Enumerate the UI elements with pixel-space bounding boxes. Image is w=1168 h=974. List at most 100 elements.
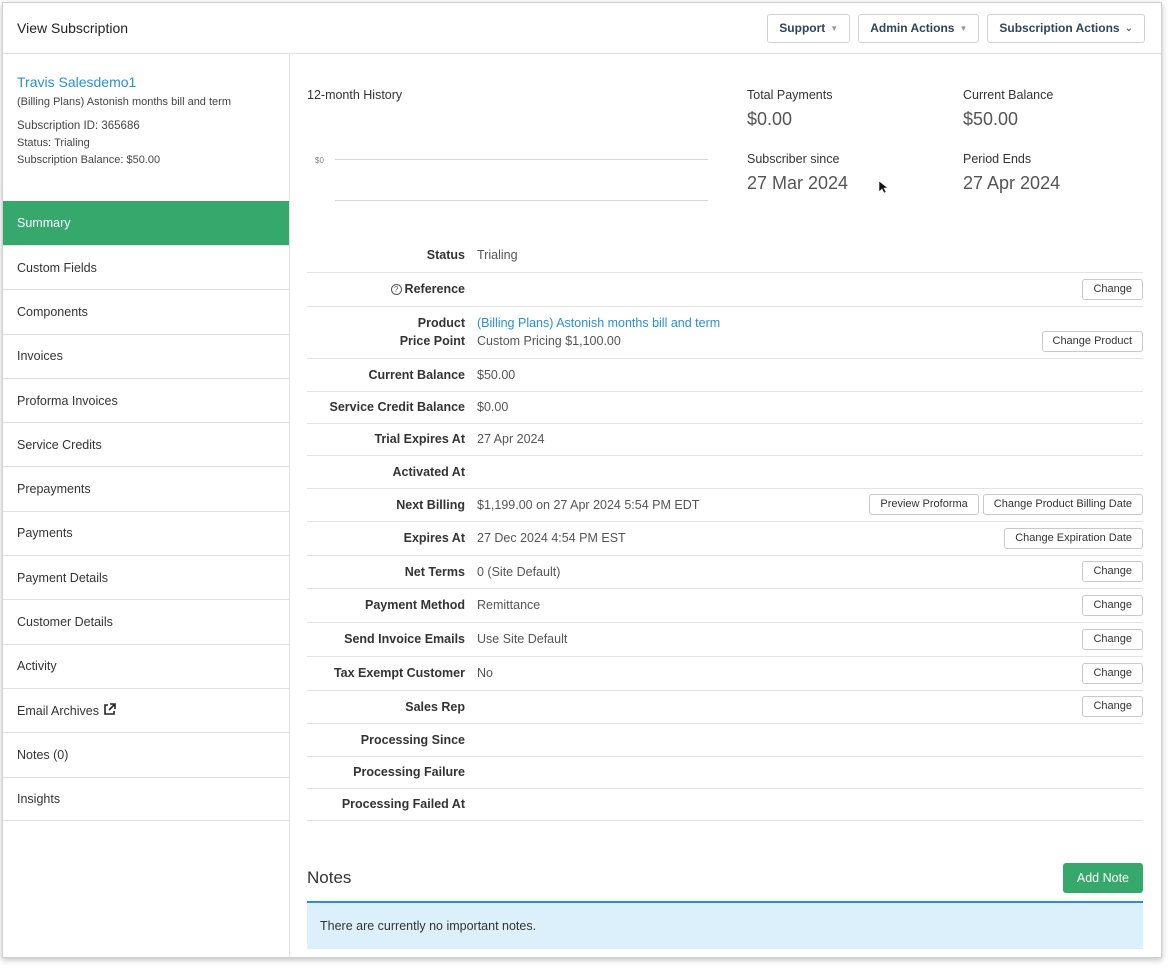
total-payments-stat: Total Payments $0.00	[747, 88, 832, 130]
subscriber-since-value: 27 Mar 2024	[747, 173, 849, 193]
notes-header: Notes Add Note	[307, 862, 1143, 894]
notes-title: Notes	[307, 867, 352, 887]
sidebar-item-label: Custom Fields	[17, 260, 97, 275]
change-product-button[interactable]: Change Product	[1041, 330, 1143, 352]
detail-row-reference: ? Reference Change	[307, 272, 1143, 307]
customer-plan: (Billing Plans) Astonish months bill and…	[17, 96, 231, 108]
admin-actions-label: Admin Actions	[870, 21, 955, 35]
detail-row-tax-exempt: Tax Exempt Customer No Change	[307, 656, 1143, 691]
sidebar-item-summary[interactable]: Summary	[3, 201, 289, 245]
period-ends-value: 27 Apr 2024	[963, 173, 1061, 193]
detail-label: Sales Rep	[307, 690, 477, 724]
sidebar-item-activity[interactable]: Activity	[3, 643, 289, 688]
sidebar-item-label: Activity	[17, 659, 57, 674]
sidebar-item-components[interactable]: Components	[3, 289, 289, 333]
detail-label: Status	[307, 238, 477, 273]
change-send-invoice-emails-button[interactable]: Change	[1082, 628, 1143, 650]
detail-value: 27 Dec 2024 4:54 PM EST	[477, 521, 788, 556]
detail-value: $50.00	[477, 358, 788, 392]
change-net-terms-button[interactable]: Change	[1082, 561, 1143, 582]
sidebar-item-invoices[interactable]: Invoices	[3, 333, 289, 378]
change-reference-button[interactable]: Change	[1082, 278, 1143, 300]
detail-row-sales-rep: Sales Rep Change	[307, 690, 1143, 724]
sidebar-item-email-archives[interactable]: Email Archives	[3, 687, 289, 732]
mouse-pointer-icon	[878, 180, 889, 197]
detail-row-current-balance: Current Balance $50.00	[307, 358, 1143, 392]
sidebar-item-payments[interactable]: Payments	[3, 510, 289, 555]
detail-value	[477, 756, 788, 789]
sidebar-item-label: Payments	[17, 526, 73, 541]
detail-row-product: Product Price Point (Billing Plans) Asto…	[307, 306, 1143, 359]
detail-value: Use Site Default	[477, 622, 788, 657]
preview-proforma-button[interactable]: Preview Proforma	[869, 494, 979, 515]
detail-row-processing-since: Processing Since	[307, 723, 1143, 757]
detail-row-status: Status Trialing	[307, 238, 1143, 273]
history-axis-zero-label: $0	[315, 156, 324, 165]
detail-label: Expires At	[307, 521, 477, 556]
sidebar-item-label: Notes (0)	[17, 747, 69, 762]
current-balance-stat: Current Balance $50.00	[963, 88, 1053, 130]
subscription-balance: Subscription Balance: $50.00	[17, 154, 161, 166]
sidebar-item-service-credits[interactable]: Service Credits	[3, 422, 289, 466]
notes-empty-alert: There are currently no important notes.	[307, 900, 1143, 949]
detail-value	[477, 788, 788, 821]
detail-label: Service Credit Balance	[307, 391, 477, 424]
support-dropdown[interactable]: Support ▼	[767, 13, 851, 43]
detail-label: Send Invoice Emails	[307, 622, 477, 657]
subscriber-since-stat: Subscriber since 27 Mar 2024	[747, 152, 848, 194]
sidebar-item-label: Summary	[17, 216, 71, 230]
detail-value	[477, 723, 788, 757]
add-note-button[interactable]: Add Note	[1062, 862, 1143, 893]
subscription-actions-dropdown[interactable]: Subscription Actions ⌄	[987, 13, 1145, 43]
detail-row-trial-expires: Trial Expires At 27 Apr 2024	[307, 423, 1143, 456]
detail-row-activated: Activated At	[307, 455, 1143, 489]
current-balance-label: Current Balance	[963, 88, 1054, 102]
admin-actions-dropdown[interactable]: Admin Actions ▼	[858, 13, 980, 43]
notes-empty-text: There are currently no important notes.	[320, 918, 537, 933]
change-product-billing-date-button[interactable]: Change Product Billing Date	[982, 494, 1143, 515]
detail-label: Price Point	[399, 334, 465, 348]
sidebar-item-label: Components	[17, 304, 88, 319]
detail-label: Product	[417, 316, 465, 330]
sidebar-item-notes[interactable]: Notes (0)	[3, 732, 289, 776]
product-link[interactable]: (Billing Plans) Astonish months bill and…	[477, 316, 788, 330]
sidebar-item-label: Prepayments	[17, 482, 91, 497]
detail-value	[477, 690, 788, 724]
customer-name-link[interactable]: Travis Salesdemo1	[17, 74, 275, 90]
detail-value: 0 (Site Default)	[477, 555, 788, 589]
change-expiration-date-button[interactable]: Change Expiration Date	[1004, 527, 1143, 549]
history-title: 12-month History	[307, 88, 403, 102]
sidebar-item-custom-fields[interactable]: Custom Fields	[3, 245, 289, 289]
detail-label-reference: ? Reference	[307, 272, 477, 307]
top-bar: View Subscription Support ▼ Admin Action…	[3, 3, 1161, 54]
period-ends-label: Period Ends	[963, 152, 1032, 166]
change-sales-rep-button[interactable]: Change	[1082, 696, 1143, 717]
detail-row-service-credit: Service Credit Balance $0.00	[307, 391, 1143, 424]
detail-value	[477, 455, 788, 489]
support-label: Support	[779, 21, 826, 35]
detail-value: Remittance	[477, 588, 788, 623]
sidebar-item-payment-details[interactable]: Payment Details	[3, 555, 289, 599]
sidebar-item-insights[interactable]: Insights	[3, 776, 289, 821]
help-icon[interactable]: ?	[390, 284, 402, 295]
detail-value: $1,199.00 on 27 Apr 2024 5:54 PM EDT	[477, 488, 788, 522]
change-tax-exempt-button[interactable]: Change	[1082, 662, 1143, 684]
detail-row-payment-method: Payment Method Remittance Change	[307, 588, 1143, 623]
detail-row-send-invoice-emails: Send Invoice Emails Use Site Default Cha…	[307, 622, 1143, 657]
status-value: Trialing	[477, 238, 788, 273]
sidebar-item-customer-details[interactable]: Customer Details	[3, 599, 289, 643]
subscriber-since-label: Subscriber since	[747, 152, 840, 166]
header-actions: Support ▼ Admin Actions ▼ Subscription A…	[767, 13, 1145, 43]
customer-summary: Travis Salesdemo1 (Billing Plans) Astoni…	[3, 54, 289, 201]
main-content: 12-month History $0 Total Payments $0.00…	[290, 54, 1161, 957]
change-payment-method-button[interactable]: Change	[1082, 594, 1143, 616]
detail-label: Current Balance	[307, 358, 477, 392]
page-title: View Subscription	[17, 20, 129, 36]
history-gridline	[335, 159, 708, 160]
caret-down-icon: ▼	[959, 23, 968, 33]
sidebar-item-prepayments[interactable]: Prepayments	[3, 466, 289, 510]
sidebar-item-label: Proforma Invoices	[17, 393, 118, 408]
sidebar-item-proforma-invoices[interactable]: Proforma Invoices	[3, 377, 289, 422]
total-payments-label: Total Payments	[747, 88, 833, 102]
detail-row-processing-failed-at: Processing Failed At	[307, 788, 1143, 821]
